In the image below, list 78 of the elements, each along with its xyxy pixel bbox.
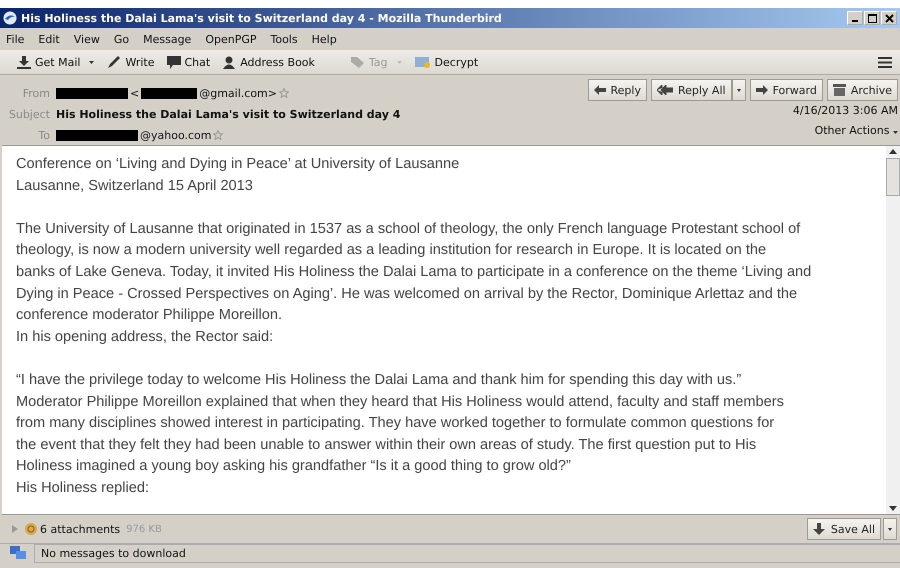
minimize-button[interactable]	[847, 11, 863, 25]
dropdown-button[interactable]	[883, 518, 897, 540]
body-text-line: The University of Lausanne that originated in 1537 as a school of theology, the only French language Protestant school of	[16, 220, 802, 239]
subject-text: His Holiness the Dalai Lama's visit to Switzerland day 4	[56, 108, 400, 120]
body-text-line: “I have the privilege today to welcome His Holiness the Dalai Lama and thank him for spending this day with us.”	[16, 370, 742, 390]
star-icon[interactable]	[213, 130, 224, 140]
redaction-bar	[141, 88, 198, 98]
dropdown-icon[interactable]	[89, 60, 94, 64]
attachment-size: 976 KB	[126, 524, 162, 534]
close-icon	[884, 14, 894, 22]
redaction-bar	[56, 88, 128, 98]
caret-icon	[893, 131, 898, 134]
toolbar-button[interactable]: Address Book	[219, 56, 318, 68]
sender-address[interactable]: @gmail.com>	[199, 86, 277, 100]
close-button[interactable]	[881, 11, 897, 25]
download-icon	[17, 56, 31, 68]
subject-label: Subject	[8, 108, 50, 120]
status-text: No messages to download	[34, 544, 900, 562]
menu-item[interactable]: File	[6, 32, 24, 46]
scrollbar[interactable]	[886, 146, 900, 514]
body-text-line: theology, is now a modern university well regarded as a leading institution for research in Europe. It is located on the	[16, 241, 768, 260]
body-text-line: His Holiness replied:	[16, 478, 150, 498]
body-text-line: Holiness imagined a young boy asking his grandfather “Is it a good thing to grow old?”	[16, 457, 572, 476]
caret-icon	[888, 528, 892, 530]
other-actions-button[interactable]: Other Actions	[814, 120, 898, 137]
network-icon	[10, 546, 26, 560]
body-text-line: Moderator Philippe Moreillon explained that when they heard that His Holiness would attend, faculty and staff members	[16, 392, 785, 412]
attachment-count[interactable]: 6 attachments	[40, 522, 120, 536]
reply-icon	[594, 85, 606, 95]
archive-box-icon	[832, 84, 846, 96]
window-title: His Holiness the Dalai Lama's visit to Switzerland day 4 - Mozilla Thunderbird	[21, 12, 502, 24]
speech-bubble-icon	[166, 56, 180, 68]
menu-item[interactable]: Edit	[38, 32, 60, 46]
menu-item[interactable]: Tools	[270, 32, 298, 46]
toolbar-button[interactable]: Write	[104, 56, 158, 68]
dropdown-button[interactable]	[732, 79, 746, 101]
from-label: From	[22, 86, 50, 100]
maximize-button[interactable]	[864, 11, 880, 25]
scroll-thumb[interactable]	[886, 158, 900, 196]
menu-item[interactable]: Go	[114, 32, 130, 46]
to-label: To	[37, 128, 50, 142]
scroll-down-icon[interactable]	[889, 506, 897, 511]
body-text-line: Lausanne, Switzerland 15 April 2013	[16, 176, 254, 196]
toolbar-button[interactable]: Chat	[164, 56, 214, 68]
body-text-line: In his opening address, the Rector said:	[16, 328, 274, 347]
action-button[interactable]: Archive	[826, 79, 898, 101]
recipient-address[interactable]: @yahoo.com	[140, 128, 212, 142]
download-arrow-icon	[812, 523, 825, 535]
angle-bracket: <	[130, 86, 140, 100]
toolbar-button[interactable]: Get Mail	[14, 56, 84, 68]
maximize-icon	[868, 14, 876, 22]
menu-item[interactable]: Help	[312, 32, 337, 46]
body-text-line: conference moderator Philippe Moreillon.	[16, 306, 284, 326]
menu-item[interactable]: OpenPGP	[205, 32, 256, 46]
star-icon[interactable]	[278, 88, 289, 98]
app-icon	[3, 11, 17, 25]
reply-all-icon	[656, 85, 673, 95]
caret-icon	[736, 88, 741, 92]
body-text-line: banks of Lake Geneva. Today, it invited His Holiness the Dalai Lama to participate in a conference on the theme ‘Living and	[16, 262, 812, 282]
menu-icon[interactable]	[878, 56, 892, 68]
body-text-line: the event that they felt they had been unable to answer within their own areas of study. The first question put to His	[16, 436, 758, 455]
expand-icon[interactable]	[12, 525, 18, 533]
save-all-button[interactable]: Save All	[806, 518, 881, 540]
action-button[interactable]: Reply	[588, 79, 647, 101]
body-text-line: Dying in Peace - Crossed Perspectives on Aging’. He was welcomed on arrival by the Rector, Dominique Arlettaz and the	[16, 284, 798, 304]
pencil-icon	[107, 56, 122, 68]
menu-item[interactable]: View	[74, 32, 100, 46]
tag-icon	[350, 56, 365, 68]
toolbar-button[interactable]: Decrypt	[412, 56, 482, 68]
message-date: 4/16/2013 3:06 AM	[792, 104, 898, 117]
forward-icon	[756, 85, 768, 95]
action-button[interactable]: Forward	[750, 79, 823, 101]
body-text-line: Conference on ‘Living and Dying in Peace’ at University of Lausanne	[16, 155, 460, 174]
scroll-up-icon[interactable]	[889, 149, 897, 154]
action-button[interactable]: Reply All	[650, 79, 732, 101]
person-icon	[222, 56, 236, 68]
body-text-line: from many disciplines showed interest in participating. They have worked together to formulate common questions for	[16, 414, 776, 434]
menu-item[interactable]: Message	[143, 32, 192, 46]
